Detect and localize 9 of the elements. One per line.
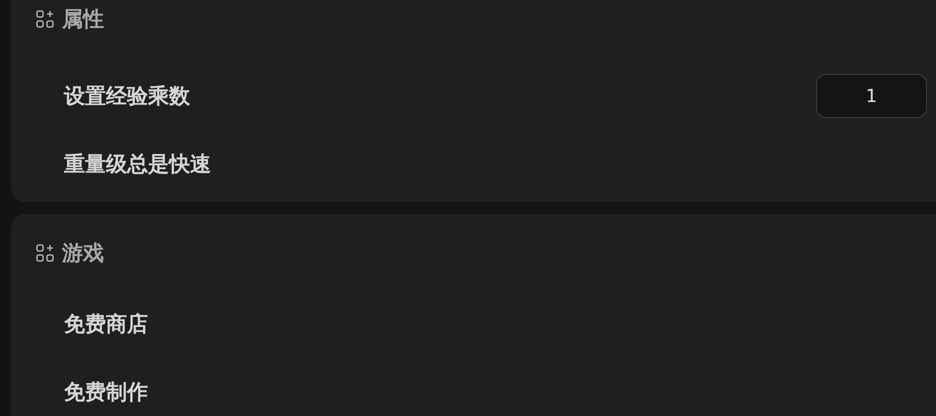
setting-label: 免费制作 xyxy=(64,379,148,406)
grid-plus-icon xyxy=(36,10,54,28)
setting-label: 设置经验乘数 xyxy=(64,83,190,110)
number-field[interactable]: 1 xyxy=(816,74,927,118)
grid-plus-icon xyxy=(36,244,54,262)
section-title: 游戏 xyxy=(62,240,104,267)
section-title: 属性 xyxy=(62,6,104,33)
setting-label: 免费商店 xyxy=(64,311,148,338)
setting-label: 重量级总是快速 xyxy=(64,151,211,178)
